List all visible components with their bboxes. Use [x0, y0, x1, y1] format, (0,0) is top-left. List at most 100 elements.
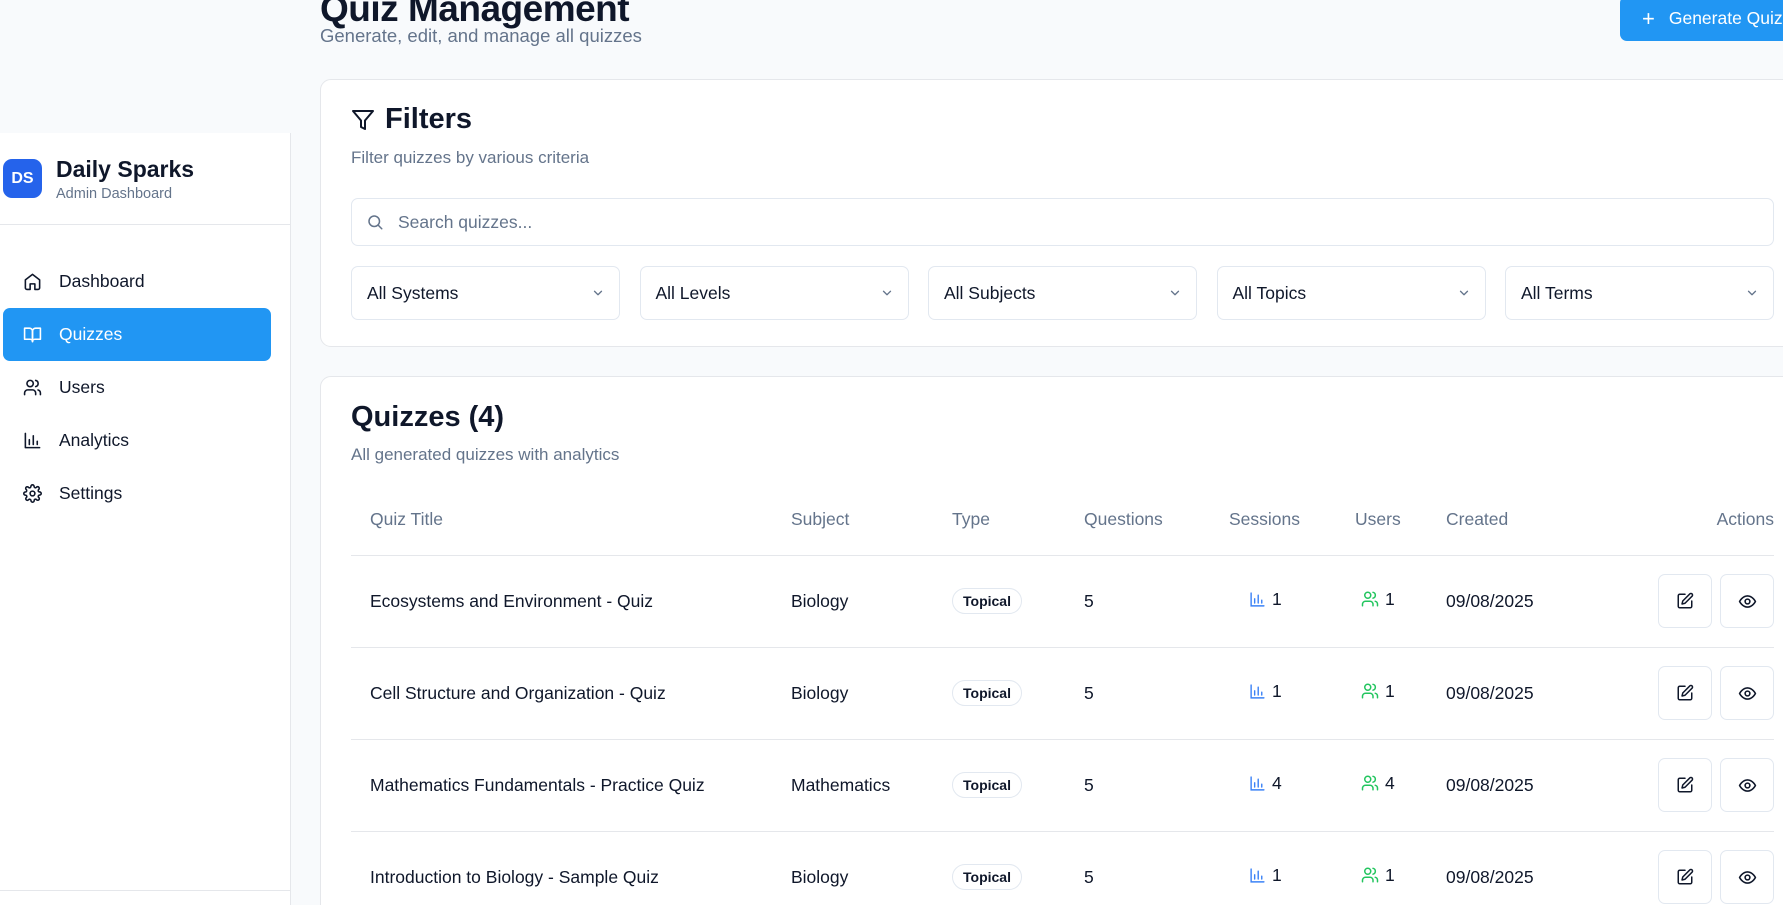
users-count: 1 — [1385, 588, 1395, 609]
quiz-type-cell: Topical — [952, 739, 1084, 832]
brand-logo: DS — [3, 159, 42, 198]
chevron-down-icon — [591, 286, 605, 300]
table-row[interactable]: Mathematics Fundamentals - Practice Quiz… — [351, 739, 1774, 832]
column-header[interactable]: Subject — [791, 485, 952, 556]
table-row[interactable]: Ecosystems and Environment - Quiz Biolog… — [351, 555, 1774, 648]
quiz-subject: Biology — [791, 647, 952, 740]
edit-button[interactable] — [1658, 574, 1712, 628]
select-value: All Topics — [1232, 282, 1307, 303]
quiz-actions-cell — [1606, 647, 1774, 740]
quizzes-card: Quizzes (4) All generated quizzes with a… — [320, 376, 1783, 905]
term-select[interactable]: All Terms — [1505, 266, 1774, 320]
sidebar-item-analytics[interactable]: Analytics — [3, 414, 271, 467]
quizzes-subtitle: All generated quizzes with analytics — [351, 445, 620, 464]
quiz-actions-cell — [1606, 831, 1774, 905]
edit-button[interactable] — [1658, 666, 1712, 720]
plus-icon: + — [1642, 5, 1655, 31]
sidebar-item-users[interactable]: Users — [3, 361, 271, 414]
table-row[interactable]: Introduction to Biology - Sample Quiz Bi… — [351, 831, 1774, 905]
type-badge: Topical — [952, 772, 1022, 798]
search-icon — [366, 213, 384, 231]
eye-icon — [1738, 592, 1757, 611]
book-open-icon — [22, 325, 42, 345]
level-select[interactable]: All Levels — [639, 266, 909, 320]
sessions-count: 1 — [1272, 681, 1282, 701]
type-badge: Topical — [952, 680, 1022, 706]
view-button[interactable] — [1720, 758, 1774, 812]
view-button[interactable] — [1720, 666, 1774, 720]
quiz-questions: 5 — [1084, 555, 1229, 648]
quiz-questions: 5 — [1084, 831, 1229, 905]
sidebar-nav: Dashboard Quizzes Users Analytics Settin… — [0, 225, 290, 520]
sidebar-item-dashboard[interactable]: Dashboard — [3, 255, 271, 308]
quiz-questions: 5 — [1084, 739, 1229, 832]
filters-subtitle: Filter quizzes by various criteria — [351, 148, 590, 167]
quiz-title[interactable]: Ecosystems and Environment - Quiz — [351, 555, 791, 648]
quiz-subject: Biology — [791, 831, 952, 905]
filter-icon — [351, 108, 375, 132]
edit-button[interactable] — [1658, 758, 1712, 812]
filter-selects: All Systems All Levels All Subjects All … — [351, 266, 1783, 320]
edit-icon — [1676, 776, 1694, 794]
quiz-created: 09/08/2025 — [1446, 647, 1606, 740]
edit-icon — [1676, 684, 1694, 702]
quiz-sessions-cell: 1 — [1229, 831, 1355, 905]
quiz-actions-cell — [1606, 555, 1774, 648]
select-value: All Systems — [367, 282, 459, 303]
table-row[interactable]: Cell Structure and Organization - Quiz B… — [351, 647, 1774, 740]
column-header[interactable]: Questions — [1084, 485, 1229, 556]
column-header[interactable]: Created — [1446, 485, 1606, 556]
quiz-created: 09/08/2025 — [1446, 555, 1606, 648]
generate-quiz-label: Generate Quiz — [1668, 8, 1783, 28]
users-count: 1 — [1385, 864, 1395, 885]
sidebar-item-label: Dashboard — [59, 271, 145, 291]
select-value: All Levels — [655, 282, 731, 303]
sidebar-item-label: Analytics — [59, 430, 130, 450]
bar-chart-icon — [1249, 775, 1272, 792]
sessions-count: 4 — [1272, 773, 1282, 793]
column-header[interactable]: Users — [1355, 485, 1446, 556]
column-header: Actions — [1606, 485, 1774, 556]
quiz-title[interactable]: Cell Structure and Organization - Quiz — [351, 647, 791, 740]
sidebar-footer-divider — [0, 890, 291, 891]
chevron-down-icon — [1168, 286, 1182, 300]
edit-icon — [1676, 592, 1694, 610]
sidebar: DS Daily Sparks Admin Dashboard Dashboar… — [0, 133, 291, 905]
system-select[interactable]: All Systems — [351, 266, 620, 320]
edit-button[interactable] — [1658, 850, 1712, 904]
column-header[interactable]: Quiz Title — [351, 485, 791, 556]
column-header[interactable]: Type — [952, 485, 1084, 556]
generate-quiz-button[interactable]: + Generate Quiz — [1620, 0, 1783, 41]
type-badge: Topical — [952, 588, 1022, 614]
subject-select[interactable]: All Subjects — [928, 266, 1197, 320]
quiz-created: 09/08/2025 — [1446, 739, 1606, 832]
quizzes-title: Quizzes (4) — [351, 401, 505, 433]
quiz-title[interactable]: Mathematics Fundamentals - Practice Quiz — [351, 739, 791, 832]
quiz-created: 09/08/2025 — [1446, 831, 1606, 905]
search-input[interactable] — [398, 211, 1698, 233]
topic-select[interactable]: All Topics — [1216, 266, 1486, 320]
quiz-questions: 5 — [1084, 647, 1229, 740]
view-button[interactable] — [1720, 574, 1774, 628]
quiz-type-cell: Topical — [952, 647, 1084, 740]
page-subtitle: Generate, edit, and manage all quizzes — [320, 25, 642, 46]
bar-chart-icon — [1249, 867, 1272, 884]
brand: DS Daily Sparks Admin Dashboard — [0, 133, 290, 225]
sidebar-item-settings[interactable]: Settings — [3, 467, 271, 520]
bar-chart-icon — [1249, 591, 1272, 608]
type-badge: Topical — [952, 864, 1022, 890]
search-box[interactable] — [351, 198, 1774, 246]
view-button[interactable] — [1720, 850, 1774, 904]
column-header[interactable]: Sessions — [1229, 485, 1355, 556]
quiz-title[interactable]: Introduction to Biology - Sample Quiz — [351, 831, 791, 905]
sidebar-item-label: Users — [59, 377, 105, 397]
quiz-subject: Mathematics — [791, 739, 952, 832]
sidebar-item-quizzes[interactable]: Quizzes — [3, 308, 271, 361]
sidebar-item-label: Settings — [59, 483, 123, 503]
users-icon — [1361, 866, 1385, 884]
chevron-down-icon — [1745, 286, 1759, 300]
users-count: 1 — [1385, 680, 1395, 701]
edit-icon — [1676, 868, 1694, 886]
users-icon — [1361, 774, 1385, 792]
quiz-users-cell: 1 — [1355, 555, 1446, 648]
